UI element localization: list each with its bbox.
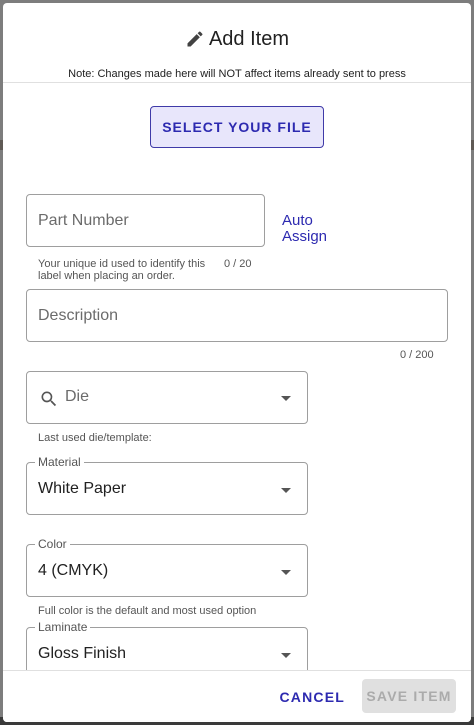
auto-assign-link[interactable]: Auto Assign: [282, 213, 342, 245]
cancel-button[interactable]: CANCEL: [277, 683, 347, 711]
chevron-down-icon: [281, 653, 291, 658]
select-file-button[interactable]: SELECT YOUR FILE: [150, 106, 324, 148]
part-number-counter: 0 / 20: [224, 258, 252, 270]
material-label: Material: [35, 455, 84, 469]
material-value: White Paper: [38, 480, 127, 497]
laminate-label: Laminate: [35, 620, 91, 634]
dialog-footer: CANCEL SAVE ITEM: [3, 670, 471, 722]
part-number-field[interactable]: Part Number: [26, 194, 265, 247]
color-label: Color: [35, 537, 70, 551]
dialog-note: Note: Changes made here will NOT affect …: [68, 68, 406, 80]
die-placeholder: Die: [65, 388, 90, 405]
chevron-down-icon: [281, 488, 291, 493]
description-placeholder: Description: [38, 307, 119, 324]
chevron-down-icon: [281, 396, 291, 401]
add-item-dialog: Add Item Note: Changes made here will NO…: [3, 3, 471, 722]
die-select[interactable]: Die: [26, 371, 308, 424]
color-select[interactable]: Color 4 (CMYK): [26, 537, 308, 597]
chevron-down-icon: [281, 570, 291, 575]
description-field[interactable]: Description: [26, 289, 448, 342]
color-helper: Full color is the default and most used …: [38, 605, 257, 617]
color-value: 4 (CMYK): [38, 562, 109, 579]
pencil-icon: [187, 31, 203, 47]
save-item-button[interactable]: SAVE ITEM: [362, 679, 456, 713]
dialog-header: Add Item Note: Changes made here will NO…: [3, 3, 471, 83]
material-select[interactable]: Material White Paper: [26, 455, 308, 515]
part-number-placeholder: Part Number: [38, 212, 129, 229]
laminate-select[interactable]: Laminate Gloss Finish: [26, 620, 308, 671]
die-helper: Last used die/template:: [38, 432, 152, 444]
laminate-value: Gloss Finish: [38, 645, 127, 662]
part-number-helper: Your unique id used to identify this lab…: [38, 258, 206, 282]
dialog-title: Add Item: [208, 27, 290, 50]
dialog-body: SELECT YOUR FILE Part Number Auto Assign…: [3, 83, 471, 671]
search-icon: [41, 391, 57, 407]
dialog-title-row: Add Item: [3, 3, 471, 55]
description-counter: 0 / 200: [400, 349, 434, 361]
